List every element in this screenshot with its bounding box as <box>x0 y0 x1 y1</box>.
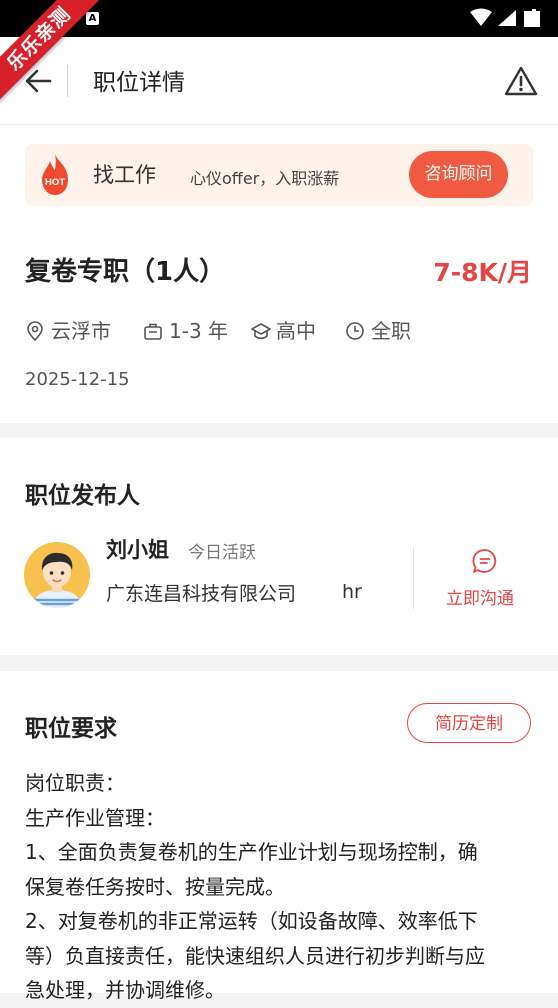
report-warning-icon[interactable] <box>504 65 538 97</box>
description-line: 生产作业管理： <box>25 805 165 830</box>
job-salary: 7-8K/月 <box>433 258 532 287</box>
job-summary-section: HOT 找工作 心仪offer，入职涨薪 咨询顾问 复卷专职（1人） 7-8K/… <box>0 125 558 423</box>
job-description: 岗位职责： 生产作业管理： 1、全面负责复卷机的生产作业计划与现场控制，确 保复… <box>25 766 530 1008</box>
status-icons <box>468 8 548 32</box>
publisher-name: 刘小姐 <box>106 538 169 562</box>
tag-label: 云浮市 <box>51 319 111 343</box>
post-date: 2025-12-15 <box>25 369 130 390</box>
job-title: 复卷专职（1人） <box>25 257 226 287</box>
banner-title: 找工作 <box>93 163 156 187</box>
clock-icon <box>346 322 364 340</box>
description-line: 急处理，并协调维修。 <box>25 978 225 1002</box>
education-cap-icon <box>251 323 271 340</box>
location-icon <box>27 321 43 341</box>
description-line: 1、全面负责复卷机的生产作业计划与现场控制，确 <box>25 840 478 864</box>
hot-flame-icon: HOT <box>42 154 68 195</box>
avatar[interactable] <box>24 542 90 608</box>
consult-advisor-button[interactable]: 咨询顾问 <box>409 151 508 198</box>
chat-now-button[interactable]: 立即沟通 <box>446 584 514 609</box>
wifi-icon <box>470 8 492 26</box>
publisher-section-title: 职位发布人 <box>25 483 140 509</box>
publisher-divider <box>413 547 414 609</box>
publisher-activity-status: 今日活跃 <box>188 543 256 563</box>
publisher-section: 职位发布人 刘小姐 今日活跃 广东连昌科技有限公司 hr 立即沟通 <box>0 438 558 655</box>
header-divider <box>67 65 68 97</box>
description-line: 2、对复卷机的非正常运转（如设备故障、效率低下 <box>25 909 478 933</box>
hot-label: HOT <box>45 177 65 188</box>
banner-subtitle: 心仪offer，入职涨薪 <box>190 169 340 188</box>
tag-label: 1-3 年 <box>169 319 229 343</box>
description-line: 岗位职责： <box>25 771 125 795</box>
description-line: 保复卷任务按时、按量完成。 <box>25 874 285 899</box>
signal-icon <box>498 10 516 26</box>
requirements-section-title: 职位要求 <box>25 716 117 742</box>
requirements-section: 职位要求 简历定制 岗位职责： 生产作业管理： 1、全面负责复卷机的生产作业计划… <box>0 671 558 1002</box>
briefcase-icon <box>144 323 162 340</box>
description-line: 等）负直接责任，能快速组织人员进行初步判断与应 <box>25 943 485 968</box>
publisher-role: hr <box>342 581 362 603</box>
publisher-company: 广东连昌科技有限公司 <box>106 583 297 605</box>
resume-customize-button[interactable]: 简历定制 <box>407 703 531 743</box>
notification-a-icon: A <box>86 12 99 25</box>
chat-bubble-icon[interactable] <box>472 548 498 574</box>
job-hunt-banner[interactable]: HOT 找工作 心仪offer，入职涨薪 咨询顾问 <box>25 144 533 206</box>
tag-label: 全职 <box>371 319 411 343</box>
app-header: 职位详情 <box>0 37 558 125</box>
page-title: 职位详情 <box>93 70 185 96</box>
tag-label: 高中 <box>276 319 316 343</box>
battery-icon <box>524 9 540 27</box>
